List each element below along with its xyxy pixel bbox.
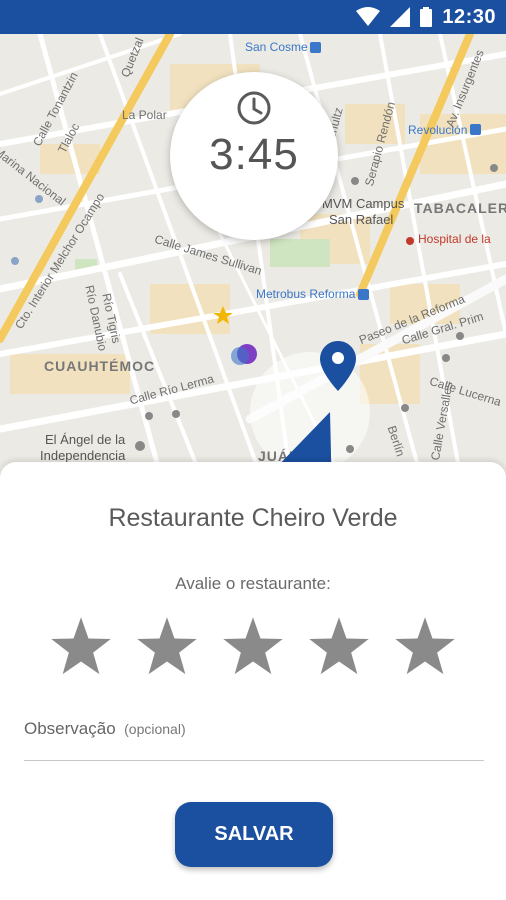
map-label: CUAUHTÉMOC — [44, 358, 156, 374]
rating-sheet: Restaurante Cheiro Verde Avalie o restau… — [0, 462, 506, 900]
wifi-icon — [356, 7, 381, 26]
star-2-icon[interactable] — [129, 612, 205, 682]
clock-icon — [237, 91, 271, 125]
map-label: San Rafael — [329, 212, 394, 227]
cellular-signal-icon — [390, 7, 411, 27]
star-rating[interactable] — [43, 612, 463, 682]
map-label: Independencia — [40, 448, 126, 463]
map-label: San Cosme — [245, 40, 308, 54]
map-label: El Ángel de la — [45, 432, 126, 447]
star-3-icon[interactable] — [215, 612, 291, 682]
restaurant-name: Restaurante Cheiro Verde — [108, 504, 398, 532]
star-4-icon[interactable] — [301, 612, 377, 682]
status-time: 12:30 — [442, 5, 496, 28]
star-1-icon[interactable] — [43, 612, 119, 682]
map-label: Hospital de la — [418, 232, 491, 246]
timer-value: 3:45 — [209, 130, 299, 179]
rating-prompt: Avalie o restaurante: — [175, 574, 331, 593]
status-bar: 12:30 — [0, 0, 506, 34]
star-5-icon[interactable] — [387, 612, 463, 682]
map-label: La Polar — [122, 108, 167, 122]
map-label: Revolución — [408, 123, 468, 137]
observation-label: Observação — [24, 719, 116, 738]
observation-optional-hint: (opcional) — [124, 721, 186, 737]
map-label: MVM Campus — [322, 196, 405, 211]
save-button[interactable]: SALVAR — [175, 802, 333, 867]
map-label: Metrobus Reforma — [256, 287, 356, 301]
observation-field[interactable]: Observação (opcional) — [24, 719, 484, 761]
timer-badge: 3:45 — [170, 72, 338, 240]
location-pin-icon[interactable] — [320, 341, 356, 391]
battery-icon — [420, 7, 433, 27]
map-label: TABACALER — [414, 200, 506, 216]
